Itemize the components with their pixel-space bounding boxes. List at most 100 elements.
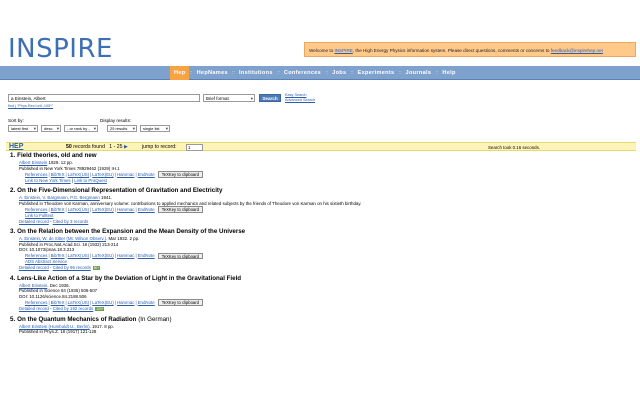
fulltext-link[interactable]: Link to Fulltext [25, 213, 53, 218]
cited-by-link[interactable]: Cited by 95 records [53, 265, 91, 271]
search-row: Brief format Search Easy Search Advanced… [8, 93, 315, 103]
harvmac-link[interactable]: Harvmac [117, 172, 135, 178]
latex-eu-link[interactable]: LaTeX(EU) [92, 253, 113, 259]
search-input[interactable] [8, 94, 200, 102]
bibtex-link[interactable]: BibTeX [51, 300, 65, 306]
nav-item-hepnames[interactable]: HepNames [193, 66, 232, 80]
layout-select[interactable]: single list [140, 125, 170, 132]
author-link[interactable]: A. Einstein, W. de Sitter [19, 236, 65, 241]
search-button[interactable]: Search [259, 94, 281, 102]
author-link[interactable]: Albert Einstein [19, 324, 47, 329]
texkey-clipboard-button[interactable]: TeXKey to clipboard [157, 252, 203, 260]
texkey-clipboard-button[interactable]: TeXKey to clipboard [157, 171, 203, 178]
author-link[interactable]: A. Einstein, V. Bargmann, P.G. Bergmann [19, 195, 100, 200]
latex-us-link[interactable]: LaTeX(US) [68, 253, 89, 259]
results-list: 1. Field theories, old and new Albert Ein… [10, 152, 570, 339]
result-record: 5. On the Quantum Mechanics of Radiation … [10, 316, 570, 335]
welcome-text: , the High Energy Physics information sy… [352, 48, 551, 53]
records-range: 1 - 25 [109, 144, 123, 150]
harvmac-link[interactable]: Harvmac [117, 207, 135, 213]
nav-item-help[interactable]: Help [438, 66, 459, 80]
rank-select[interactable]: - or rank by - [64, 125, 98, 132]
record-date: . Mar 1932. 2 pp. [106, 236, 140, 242]
references-link[interactable]: References [25, 207, 47, 213]
nav-item-conferences[interactable]: Conferences [280, 66, 325, 80]
detailed-record-link[interactable]: Detailed record [19, 306, 49, 312]
display-results-label: Display results: [100, 118, 132, 123]
nav-item-hep[interactable]: Hep [170, 66, 190, 80]
records-count: 50 [66, 144, 72, 150]
record-title[interactable]: 4. Lens-Like Action of a Star by the Devi… [10, 275, 570, 283]
welcome-prefix: Welcome to [309, 48, 335, 53]
record-title[interactable]: 1. Field theories, old and new [10, 152, 570, 160]
bibtex-link[interactable]: BibTeX [51, 253, 65, 259]
format-select[interactable]: Brief format [203, 94, 255, 102]
main-nav: Hep :: HepNames :: Institutions :: Confe… [0, 66, 640, 80]
cited-by-link[interactable]: Cited by 3 records [53, 219, 89, 225]
per-page-select[interactable]: 25 results [107, 125, 137, 132]
sort-controls: latest first desc. - or rank by - 25 res… [8, 125, 173, 132]
record-date: . Dec 1936. [47, 282, 70, 288]
records-found-text: records found [73, 144, 105, 150]
texkey-clipboard-button[interactable]: TeXKey to clipboard [157, 299, 203, 306]
result-record: 1. Field theories, old and new Albert Ein… [10, 152, 570, 183]
affiliation-link[interactable]: (Humboldt U., Berlin) [49, 324, 90, 329]
search-time: Search took 0.16 seconds. [488, 145, 540, 150]
endnote-link[interactable]: EndNote [138, 253, 155, 259]
harvmac-link[interactable]: Harvmac [117, 253, 135, 259]
search-mode-links: Easy Search Advanced Search [285, 93, 315, 102]
sort-field-select[interactable]: latest first [8, 125, 38, 132]
harvmac-link[interactable]: Harvmac [117, 300, 135, 306]
feedback-email-link[interactable]: feedback@inspirehep.net [551, 48, 603, 53]
endnote-link[interactable]: EndNote [138, 300, 155, 306]
detailed-record-link[interactable]: Detailed record [19, 219, 49, 225]
record-date: . 1917. 8 pp. [89, 323, 114, 329]
ads-abstract-link[interactable]: ADS Abstract Service [25, 259, 67, 264]
endnote-link[interactable]: EndNote [138, 207, 155, 213]
endnote-link[interactable]: EndNote [138, 172, 155, 178]
affiliation-link[interactable]: (Mt. Wilson Observ.) [66, 236, 106, 241]
references-link[interactable]: References [25, 300, 47, 306]
collection-link[interactable]: HEP [9, 143, 23, 151]
results-bar: HEP 50 records found 1 - 25 ▶ jump to re… [6, 142, 636, 151]
bibtex-link[interactable]: BibTeX [51, 172, 65, 178]
sort-label: Sort by: [8, 118, 24, 123]
records-found: 50 records found 1 - 25 ▶ [66, 144, 128, 151]
latex-eu-link[interactable]: LaTeX(EU) [92, 207, 113, 213]
nav-item-journals[interactable]: Journals [402, 66, 436, 80]
author-link[interactable]: Albert Einstein [19, 283, 47, 288]
sort-order-select[interactable]: desc. [41, 125, 61, 132]
nyt-link[interactable]: Link to New York Times [25, 178, 71, 183]
latex-us-link[interactable]: LaTeX(US) [68, 172, 89, 178]
latex-eu-link[interactable]: LaTeX(EU) [92, 172, 113, 178]
latex-us-link[interactable]: LaTeX(US) [68, 207, 89, 213]
citation-badge: 50+ [92, 265, 101, 270]
next-page-icon[interactable]: ▶ [124, 144, 128, 150]
nav-item-institutions[interactable]: Institutions [235, 66, 277, 80]
result-record: 2. On the Five-Dimensional Representation… [10, 187, 570, 224]
references-link[interactable]: References [25, 172, 47, 178]
record-title[interactable]: 3. On the Relation between the Expansion … [10, 228, 570, 236]
latex-us-link[interactable]: LaTeX(US) [68, 300, 89, 306]
advanced-search-link[interactable]: Advanced Search [285, 98, 315, 103]
cited-by-link[interactable]: Cited by 192 records [53, 306, 94, 312]
proquest-link[interactable]: Link to ProQuest [74, 178, 107, 183]
search-tips-link[interactable]: find j "Phys.Rev.Lett.,105*" [8, 104, 53, 108]
nav-item-experiments[interactable]: Experiments [354, 66, 399, 80]
bibtex-link[interactable]: BibTeX [51, 207, 65, 213]
texkey-clipboard-button[interactable]: TeXKey to clipboard [157, 206, 203, 213]
record-date: 1941. [101, 195, 113, 201]
references-link[interactable]: References [25, 253, 47, 259]
record-title[interactable]: 2. On the Five-Dimensional Representation… [10, 187, 570, 195]
detailed-record-link[interactable]: Detailed record [19, 265, 49, 271]
record-title[interactable]: 5. On the Quantum Mechanics of Radiation … [10, 316, 570, 324]
inspire-logo[interactable]: INSPIRE [8, 34, 113, 64]
record-publication: Published in Phys.Z. 18 (1917) 121-128 [19, 329, 97, 335]
author-link[interactable]: Albert Einstein [19, 160, 47, 165]
latex-eu-link[interactable]: LaTeX(EU) [92, 300, 113, 306]
jump-to-record-input[interactable]: 1 [186, 144, 203, 151]
welcome-inspire-link[interactable]: INSPIRE [334, 48, 352, 53]
nav-item-jobs[interactable]: Jobs [328, 66, 350, 80]
page-header: INSPIRE Welcome to INSPIRE, the High Ene… [0, 0, 640, 66]
result-record: 3. On the Relation between the Expansion … [10, 228, 570, 270]
